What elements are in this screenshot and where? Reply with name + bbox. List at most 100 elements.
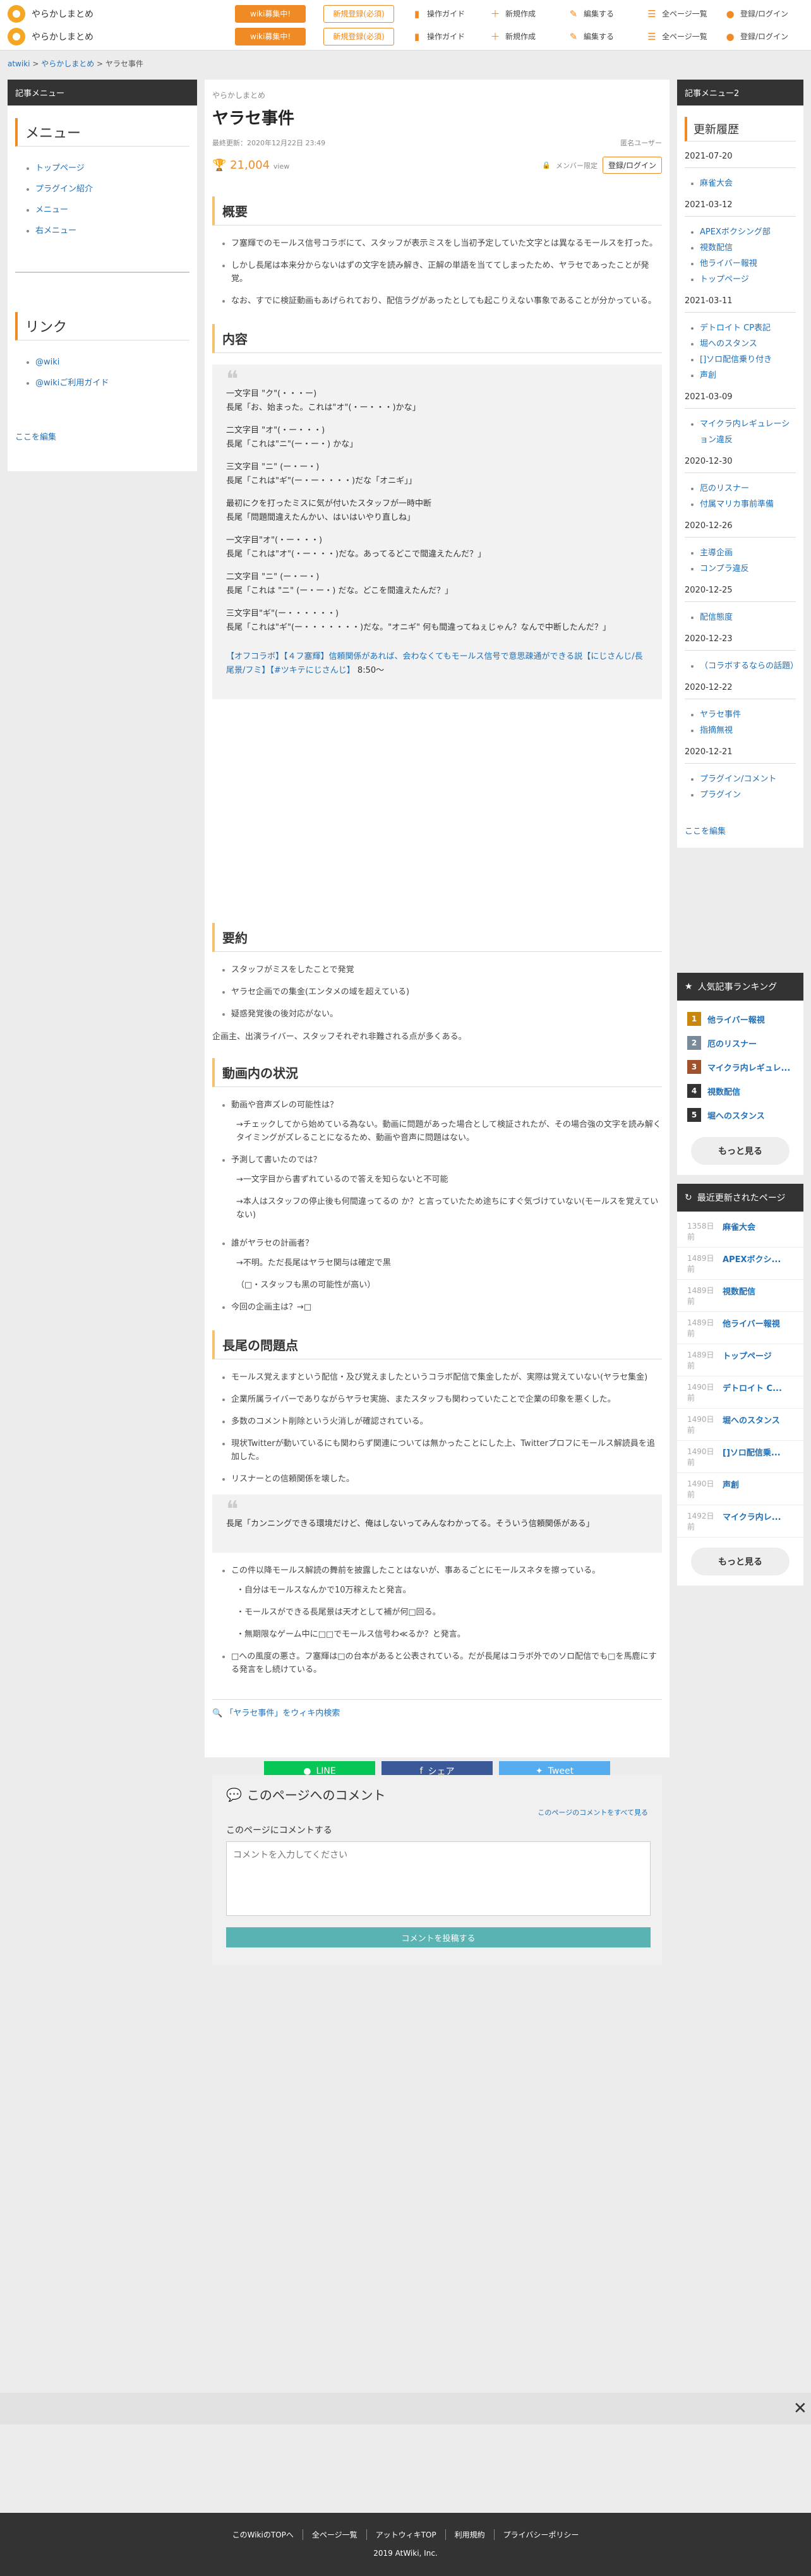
update-date: 2021-07-20 <box>685 152 796 168</box>
ranking-item-link[interactable]: 他ライバー報視 <box>707 1013 765 1025</box>
update-item-link[interactable]: コンプラ違反 <box>700 564 749 574</box>
nav-login[interactable]: ● 登録/ログイン <box>725 31 803 42</box>
nav-guide[interactable]: ▮ 操作ガイド <box>412 8 490 19</box>
footer-link-top[interactable]: このWikiのTOPへ <box>232 2531 294 2539</box>
wiki-search-link[interactable]: 🔍 「ヤラセ事件」をウィキ内検索 <box>212 1699 662 1718</box>
update-item-link[interactable]: APEXボクシング部 <box>700 227 771 237</box>
update-item-link[interactable]: 付属マリカ事前準備 <box>700 500 774 509</box>
nav-create[interactable]: ＋新規作成 <box>490 31 568 42</box>
recent-item-link[interactable]: デトロイト C... <box>723 1381 782 1403</box>
ranking-item[interactable]: 4 視数配信 <box>677 1079 803 1103</box>
recent-item-link[interactable]: トップページ <box>723 1349 772 1371</box>
nav-login[interactable]: ● 登録/ログイン <box>725 8 803 19</box>
recent-item[interactable]: 1489日前 他ライバー報視 <box>677 1312 803 1344</box>
recent-item-link[interactable]: 視数配信 <box>723 1285 755 1306</box>
menu-item-top[interactable]: トップページ <box>35 164 85 173</box>
update-item-link[interactable]: （コラボするならの話題） <box>700 661 798 671</box>
footer-link-all[interactable]: 全ページ一覧 <box>312 2531 357 2539</box>
brand-sticky[interactable]: やらかしまとめ <box>8 27 235 45</box>
nav-edit[interactable]: ✎ 編集する <box>568 31 647 42</box>
update-item-link[interactable]: 主導企画 <box>700 548 733 558</box>
update-item-link[interactable]: 視数配信 <box>700 243 733 253</box>
ranking-item[interactable]: 1 他ライバー報視 <box>677 1007 803 1031</box>
content-quote: ❝ 一文字目 "ク"(・・・ー) 長尾「お、始まった。これは"オ"(・ー・・・)… <box>212 364 662 699</box>
update-item-link[interactable]: マイクラ内レギュレーション違反 <box>700 419 790 445</box>
update-item-link[interactable]: []ソロ配信乗り付き <box>700 355 772 364</box>
nav-all-pages[interactable]: ☰ 全ページ一覧 <box>647 31 725 42</box>
recent-item-link[interactable]: 麻雀大会 <box>723 1220 755 1242</box>
recent-item-age: 1358日前 <box>687 1222 714 1241</box>
ranking-item-link[interactable]: 厄のリスナー <box>707 1037 757 1049</box>
edit-left-menu-link[interactable]: ここを編集 <box>15 433 56 442</box>
footer-link-terms[interactable]: 利用規約 <box>455 2531 485 2539</box>
embedded-video-area[interactable] <box>212 711 662 906</box>
update-item-link[interactable]: プラグイン/コメント <box>700 774 776 784</box>
update-item-link[interactable]: トップページ <box>700 275 749 284</box>
close-icon[interactable]: ✕ <box>793 2399 807 2418</box>
update-item-link[interactable]: 麻雀大会 <box>700 179 733 188</box>
recent-item[interactable]: 1492日前 マイクラ内レ... <box>677 1505 803 1538</box>
view-count: 🏆 21,004 view <box>212 159 290 172</box>
nav-all-pages[interactable]: ☰ 全ページ一覧 <box>647 8 725 19</box>
nav-create[interactable]: ＋新規作成 <box>490 8 568 19</box>
update-item-link[interactable]: プラグイン <box>700 790 741 800</box>
update-item-link[interactable]: ヤラセ事件 <box>700 710 741 719</box>
update-item-link[interactable]: 堀へのスタンス <box>700 339 757 349</box>
pencil-icon: ✎ <box>569 8 578 20</box>
comment-input[interactable] <box>226 1841 651 1916</box>
brand[interactable]: やらかしまとめ <box>8 4 235 23</box>
recent-item[interactable]: 1489日前 視数配信 <box>677 1280 803 1312</box>
ranking-item-link[interactable]: マイクラ内レギュレ... <box>707 1061 790 1073</box>
search-icon: 🔍 <box>212 1709 223 1718</box>
breadcrumb-wiki[interactable]: やらかしまとめ <box>41 59 94 68</box>
link-guide[interactable]: @wikiご利用ガイド <box>35 378 109 388</box>
nav-guide[interactable]: ▮ 操作ガイド <box>412 31 490 42</box>
comment-submit-button[interactable]: コメントを投稿する <box>226 1927 651 1947</box>
recent-item[interactable]: 1358日前 麻雀大会 <box>677 1215 803 1248</box>
overview-item: フ塞輝でのモールス信号コラボにて、スタッフが表示ミスをし当初予定していた文字とは… <box>231 237 662 250</box>
recent-item-age: 1490日前 <box>687 1479 714 1499</box>
breadcrumb-atwiki[interactable]: atwiki <box>8 59 30 68</box>
recent-item-link[interactable]: 他ライバー報視 <box>723 1317 780 1339</box>
recent-item[interactable]: 1489日前 APEXボクシ... <box>677 1248 803 1280</box>
wiki-recruit-button[interactable]: wiki募集中! <box>235 27 306 45</box>
recent-item[interactable]: 1490日前 デトロイト C... <box>677 1376 803 1409</box>
update-item-link[interactable]: 配信態度 <box>700 613 733 622</box>
footer-link-privacy[interactable]: プライバシーポリシー <box>503 2531 579 2539</box>
recent-item-link[interactable]: 堀へのスタンス <box>723 1414 780 1435</box>
video-link[interactable]: 【オフコラボ】【４フ塞輝】信頼関係があれば、会わなくてもモールス信号で意思疎通が… <box>226 652 643 675</box>
menu-item-plugin[interactable]: プラグイン紹介 <box>35 184 93 194</box>
author: 匿名ユーザー <box>620 139 662 147</box>
register-button[interactable]: 新規登録(必須) <box>323 27 394 45</box>
recent-item-link[interactable]: []ソロ配信乗... <box>723 1446 781 1467</box>
register-button[interactable]: 新規登録(必須) <box>323 4 394 23</box>
nav-edit[interactable]: ✎ 編集する <box>568 8 647 19</box>
footer-link-atwiki[interactable]: アットウィキTOP <box>376 2531 436 2539</box>
ranking-more-button[interactable]: もっと見る <box>691 1137 790 1165</box>
recent-item-link[interactable]: APEXボクシ... <box>723 1253 781 1274</box>
menu-item-right-menu[interactable]: 右メニュー <box>35 226 76 236</box>
update-item-link[interactable]: 厄のリスナー <box>700 484 749 493</box>
all-comments-link[interactable]: このページのコメントをすべて見る <box>538 1809 648 1817</box>
ranking-item-link[interactable]: 堀へのスタンス <box>707 1109 765 1121</box>
recent-item[interactable]: 1490日前 []ソロ配信乗... <box>677 1441 803 1473</box>
ranking-item-link[interactable]: 視数配信 <box>707 1085 740 1097</box>
update-item-link[interactable]: デトロイト CP表記 <box>700 323 771 333</box>
ranking-item[interactable]: 3 マイクラ内レギュレ... <box>677 1055 803 1079</box>
ranking-item[interactable]: 5 堀へのスタンス <box>677 1103 803 1127</box>
menu-item-menu[interactable]: メニュー <box>35 205 68 215</box>
update-item-link[interactable]: 他ライバー報視 <box>700 259 757 268</box>
link-atwiki[interactable]: @wiki <box>35 358 59 367</box>
wiki-recruit-button[interactable]: wiki募集中! <box>235 4 306 23</box>
update-item-link[interactable]: 指摘無視 <box>700 726 733 735</box>
member-login-button[interactable]: 登録/ログイン <box>602 157 662 174</box>
edit-right-menu-link[interactable]: ここを編集 <box>685 827 726 836</box>
recent-item[interactable]: 1490日前 堀へのスタンス <box>677 1409 803 1441</box>
update-item-link[interactable]: 声創 <box>700 371 716 380</box>
ranking-item[interactable]: 2 厄のリスナー <box>677 1031 803 1055</box>
recent-more-button[interactable]: もっと見る <box>691 1548 790 1575</box>
recent-item-link[interactable]: 声創 <box>723 1478 739 1500</box>
recent-item[interactable]: 1490日前 声創 <box>677 1473 803 1505</box>
recent-item-link[interactable]: マイクラ内レ... <box>723 1510 781 1532</box>
recent-item[interactable]: 1489日前 トップページ <box>677 1344 803 1376</box>
